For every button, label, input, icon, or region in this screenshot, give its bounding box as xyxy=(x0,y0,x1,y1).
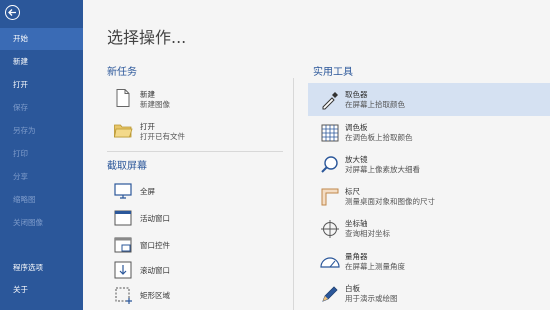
palette-desc: 在调色板上拾取颜色 xyxy=(345,133,413,142)
sidebar-item-new[interactable]: 新建 xyxy=(0,51,83,73)
ruler-desc: 测量桌面对象和图像的尺寸 xyxy=(345,197,435,206)
sidebar-item-share[interactable]: 分享 xyxy=(0,166,83,188)
column-divider xyxy=(293,78,294,310)
color-picker-desc: 在屏幕上拾取颜色 xyxy=(345,100,405,109)
window-control-label: 窗口控件 xyxy=(140,241,170,250)
section-title-capture: 截取屏幕 xyxy=(107,161,147,172)
sidebar-item-print[interactable]: 打印 xyxy=(0,143,83,165)
tool-whiteboard[interactable]: 白板 用于演示或绘图 xyxy=(308,277,550,310)
tool-protractor[interactable]: 量角器 在屏幕上测量角度 xyxy=(308,245,550,278)
capture-scroll-window-item[interactable]: 滚动窗口 xyxy=(113,258,283,284)
open-file-item[interactable]: 打开 打开已有文件 xyxy=(113,118,283,144)
sidebar-item-about[interactable]: 关于 xyxy=(0,279,83,301)
window-icon xyxy=(113,208,133,228)
palette-icon xyxy=(320,123,340,143)
page-title: 选择操作... xyxy=(107,28,187,47)
open-folder-icon xyxy=(113,120,133,140)
active-window-label: 活动窗口 xyxy=(140,214,170,223)
capture-window-control-item[interactable]: 窗口控件 xyxy=(113,233,283,259)
rectangle-region-label: 矩形区域 xyxy=(140,291,170,300)
sidebar-item-save[interactable]: 保存 xyxy=(0,97,83,119)
monitor-icon xyxy=(113,181,133,201)
whiteboard-pen-icon xyxy=(320,284,340,304)
axis-desc: 查询相对坐标 xyxy=(345,229,390,238)
window-control-icon xyxy=(113,235,133,255)
magnifier-desc: 对屏幕上像素放大细看 xyxy=(345,165,420,174)
sidebar-item-save-as[interactable]: 另存为 xyxy=(0,120,83,142)
scroll-window-label: 滚动窗口 xyxy=(140,266,170,275)
section-title-new-task: 新任务 xyxy=(107,67,137,78)
section-title-tools: 实用工具 xyxy=(313,67,353,78)
main-panel: 选择操作... 新任务 新建 新建图像 打开 打开已有文件 截取屏幕 全屏 活动… xyxy=(83,0,550,310)
eyedropper-icon xyxy=(320,90,340,110)
sidebar-item-start[interactable]: 开始 xyxy=(0,28,83,50)
sidebar-item-open[interactable]: 打开 xyxy=(0,74,83,96)
capture-rectangle-item[interactable]: 矩形区域 xyxy=(113,283,283,309)
protractor-desc: 在屏幕上测量角度 xyxy=(345,262,405,271)
sidebar-item-thumbnails[interactable]: 缩略图 xyxy=(0,189,83,211)
rectangle-region-icon xyxy=(113,285,133,305)
tool-color-picker[interactable]: 取色器 在屏幕上拾取颜色 xyxy=(308,83,550,116)
fullscreen-label: 全屏 xyxy=(140,187,155,196)
sidebar: 开始 新建 打开 保存 另存为 打印 分享 缩略图 关闭图像 程序选项 关于 xyxy=(0,0,83,310)
tool-magnifier[interactable]: 放大镜 对屏幕上像素放大细看 xyxy=(308,148,550,181)
new-image-item[interactable]: 新建 新建图像 xyxy=(113,86,283,112)
new-document-icon xyxy=(113,88,133,108)
open-desc: 打开已有文件 xyxy=(140,132,185,141)
sidebar-item-options[interactable]: 程序选项 xyxy=(0,257,83,279)
ruler-icon xyxy=(320,187,340,207)
crosshair-icon xyxy=(320,219,340,239)
section-divider xyxy=(107,151,283,152)
capture-active-window-item[interactable]: 活动窗口 xyxy=(113,206,283,232)
capture-fullscreen-item[interactable]: 全屏 xyxy=(113,179,283,205)
new-desc: 新建图像 xyxy=(140,100,170,109)
tool-palette[interactable]: 调色板 在调色板上拾取颜色 xyxy=(308,116,550,149)
back-arrow-icon[interactable] xyxy=(5,5,20,20)
tool-ruler[interactable]: 标尺 测量桌面对象和图像的尺寸 xyxy=(308,180,550,213)
sidebar-item-close-image[interactable]: 关闭图像 xyxy=(0,212,83,234)
scroll-window-icon xyxy=(113,260,133,280)
protractor-icon xyxy=(320,252,340,272)
tool-axis[interactable]: 坐标轴 查询相对坐标 xyxy=(308,212,550,245)
whiteboard-desc: 用于演示或绘图 xyxy=(345,294,398,303)
magnifier-icon xyxy=(320,155,340,175)
